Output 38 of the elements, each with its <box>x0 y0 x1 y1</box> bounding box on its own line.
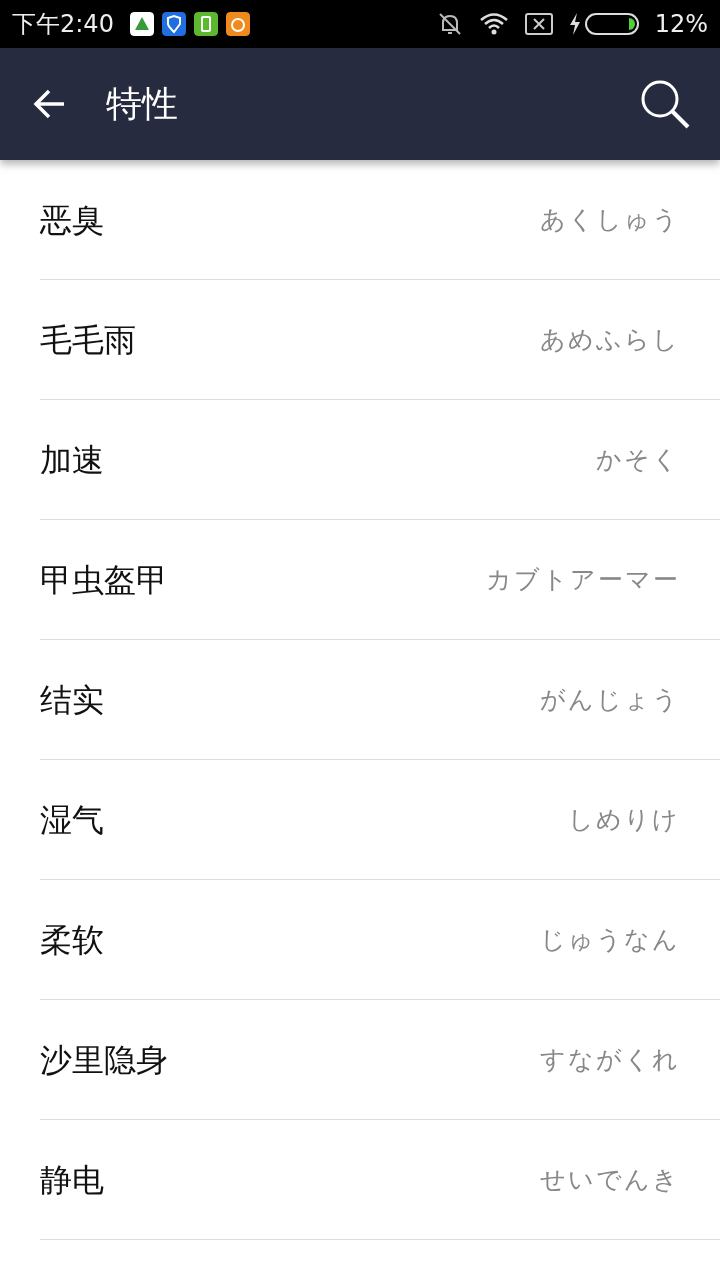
list-item[interactable]: 结实 がんじょう <box>40 640 720 760</box>
list-item[interactable]: 湿气 しめりけ <box>40 760 720 880</box>
bell-muted-icon <box>436 11 463 37</box>
battery-icon <box>584 13 639 35</box>
ability-reading: すながくれ <box>540 1043 680 1076</box>
list-item[interactable]: 甲虫盔甲 カブトアーマー <box>40 520 720 640</box>
ability-name: 甲虫盔甲 <box>40 559 168 601</box>
ability-name: 加速 <box>40 439 104 481</box>
page-title: 特性 <box>106 82 178 126</box>
list-item[interactable]: 柔软 じゅうなん <box>40 880 720 1000</box>
ability-name: 湿气 <box>40 799 104 841</box>
wifi-icon <box>478 12 509 36</box>
ability-reading: がんじょう <box>540 683 680 716</box>
ability-name: 柔软 <box>40 919 104 961</box>
ability-name: 恶臭 <box>40 199 104 241</box>
ability-name: 毛毛雨 <box>40 319 136 361</box>
battery-app-icon <box>193 12 218 36</box>
app-notification-icon <box>129 12 154 36</box>
status-time: 下午2:40 <box>12 9 114 40</box>
list-item[interactable]: 静电 せいでんき <box>40 1120 720 1240</box>
no-sim-icon <box>524 13 553 35</box>
ability-reading: せいでんき <box>540 1163 680 1196</box>
ability-reading: あめふらし <box>540 323 680 356</box>
shield-icon <box>161 12 186 36</box>
list-item[interactable]: 沙里隐身 すながくれ <box>40 1000 720 1120</box>
ability-name: 静电 <box>40 1159 104 1201</box>
ability-reading: かそく <box>596 443 680 476</box>
list-item[interactable]: 加速 かそく <box>40 400 720 520</box>
list-item[interactable]: 毛毛雨 あめふらし <box>40 280 720 400</box>
ability-reading: カブトアーマー <box>486 563 680 596</box>
battery-percent: 12% <box>654 9 708 40</box>
ability-name: 结实 <box>40 679 104 721</box>
list-item[interactable]: 恶臭 あくしゅう <box>40 160 720 280</box>
ability-reading: しめりけ <box>568 803 680 836</box>
charging-icon <box>568 13 581 35</box>
ability-reading: あくしゅう <box>540 203 680 236</box>
ability-reading: じゅうなん <box>540 923 680 956</box>
ability-name: 沙里隐身 <box>40 1039 168 1081</box>
